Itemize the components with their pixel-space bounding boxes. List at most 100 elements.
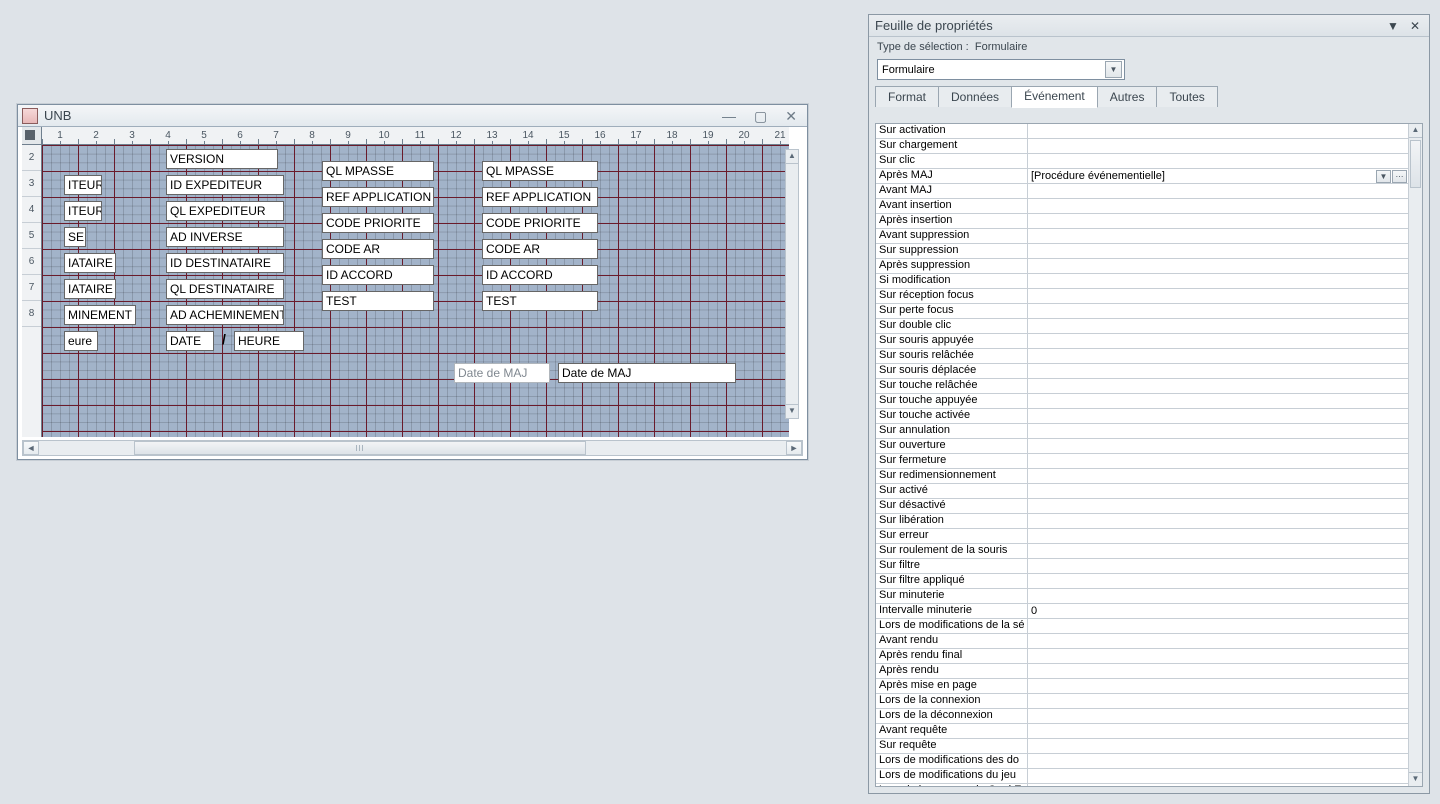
property-row[interactable]: Avant suppression xyxy=(876,229,1408,244)
property-sheet-titlebar[interactable]: Feuille de propriétés ▼ ✕ xyxy=(869,15,1429,37)
form-titlebar[interactable]: UNB — ▢ ✕ xyxy=(18,105,807,127)
field-date-maj[interactable]: Date de MAJ xyxy=(558,363,736,383)
property-value[interactable] xyxy=(1028,574,1408,588)
object-selector-combo[interactable]: Formulaire ▼ xyxy=(877,59,1125,80)
property-value[interactable] xyxy=(1028,364,1408,378)
property-value[interactable] xyxy=(1028,274,1408,288)
property-row[interactable]: Après mise en page xyxy=(876,679,1408,694)
property-row[interactable]: Lors de modifications des do xyxy=(876,754,1408,769)
property-value[interactable] xyxy=(1028,409,1408,423)
close-icon[interactable]: ✕ xyxy=(1407,18,1423,34)
field-textbox[interactable]: CODE PRIORITE xyxy=(482,213,598,233)
tab-autres[interactable]: Autres xyxy=(1097,86,1158,107)
property-row[interactable]: Sur clic xyxy=(876,154,1408,169)
property-row[interactable]: Avant insertion xyxy=(876,199,1408,214)
property-row[interactable]: Après insertion xyxy=(876,214,1408,229)
property-value[interactable] xyxy=(1028,484,1408,498)
field-textbox[interactable]: QL DESTINATAIRE xyxy=(166,279,284,299)
property-row[interactable]: Sur perte focus xyxy=(876,304,1408,319)
property-value[interactable] xyxy=(1028,544,1408,558)
scroll-thumb[interactable] xyxy=(134,441,586,455)
scroll-down-icon[interactable]: ▼ xyxy=(1409,772,1422,786)
tab-données[interactable]: Données xyxy=(938,86,1012,107)
property-value[interactable] xyxy=(1028,259,1408,273)
builder-button[interactable]: ⋯ xyxy=(1392,170,1407,183)
form-scrollbar-vertical[interactable]: ▲ ▼ xyxy=(785,149,799,419)
property-row[interactable]: Après rendu xyxy=(876,664,1408,679)
property-value[interactable] xyxy=(1028,694,1408,708)
scroll-left-icon[interactable]: ◄ xyxy=(23,441,39,455)
property-row[interactable]: Sur activation xyxy=(876,124,1408,139)
field-fragment[interactable]: ITEUR xyxy=(64,175,102,195)
field-fragment[interactable]: eure xyxy=(64,331,98,351)
property-value[interactable] xyxy=(1028,589,1408,603)
field-textbox[interactable]: TEST xyxy=(482,291,598,311)
field-fragment[interactable]: ITEUR xyxy=(64,201,102,221)
maximize-icon[interactable]: ▢ xyxy=(754,109,767,123)
property-value[interactable] xyxy=(1028,664,1408,678)
property-value[interactable] xyxy=(1028,514,1408,528)
property-row[interactable]: Après rendu final xyxy=(876,649,1408,664)
chevron-down-icon[interactable]: ▼ xyxy=(1105,61,1122,78)
property-value[interactable] xyxy=(1028,184,1408,198)
property-value[interactable] xyxy=(1028,289,1408,303)
property-value[interactable]: 0 xyxy=(1028,604,1408,618)
field-label[interactable]: TEST xyxy=(322,291,434,311)
design-grid[interactable]: DATE / HEURE Date de MAJ Date de MAJ ITE… xyxy=(42,145,789,437)
property-row[interactable]: Sur annulation xyxy=(876,424,1408,439)
property-row[interactable]: Lors de modifications de la sé xyxy=(876,619,1408,634)
field-label[interactable]: QL MPASSE xyxy=(322,161,434,181)
property-row[interactable]: Sur réception focus xyxy=(876,289,1408,304)
property-row[interactable]: Sur fermeture xyxy=(876,454,1408,469)
property-row[interactable]: Si modification xyxy=(876,274,1408,289)
field-textbox[interactable]: ID EXPEDITEUR xyxy=(166,175,284,195)
property-value[interactable] xyxy=(1028,229,1408,243)
field-textbox[interactable]: CODE AR xyxy=(482,239,598,259)
property-row[interactable]: Sur touche activée xyxy=(876,409,1408,424)
tab-format[interactable]: Format xyxy=(875,86,939,107)
property-row[interactable]: Sur souris relâchée xyxy=(876,349,1408,364)
field-fragment[interactable]: IATAIRE xyxy=(64,253,116,273)
property-value[interactable] xyxy=(1028,769,1408,783)
property-row[interactable]: Sur touche relâchée xyxy=(876,379,1408,394)
property-value[interactable] xyxy=(1028,124,1408,138)
field-textbox[interactable]: QL MPASSE xyxy=(482,161,598,181)
scroll-down-icon[interactable]: ▼ xyxy=(786,404,798,418)
dropdown-icon[interactable]: ▼ xyxy=(1376,170,1391,183)
property-row[interactable]: Après MAJ[Procédure événementielle]▼⋯ xyxy=(876,169,1408,184)
field-textbox[interactable]: ID ACCORD xyxy=(482,265,598,285)
property-value[interactable] xyxy=(1028,454,1408,468)
property-row[interactable]: Lors de la commande Cmd Ex xyxy=(876,784,1408,786)
property-value[interactable] xyxy=(1028,199,1408,213)
property-value[interactable] xyxy=(1028,424,1408,438)
property-row[interactable]: Sur erreur xyxy=(876,529,1408,544)
scroll-right-icon[interactable]: ► xyxy=(786,441,802,455)
property-value[interactable] xyxy=(1028,724,1408,738)
form-scrollbar-horizontal[interactable]: ◄ ► xyxy=(22,440,803,456)
property-value[interactable] xyxy=(1028,559,1408,573)
field-fragment[interactable]: MINEMENT xyxy=(64,305,136,325)
property-row[interactable]: Sur filtre appliqué xyxy=(876,574,1408,589)
property-row[interactable]: Sur suppression xyxy=(876,244,1408,259)
property-row[interactable]: Sur chargement xyxy=(876,139,1408,154)
property-row[interactable]: Sur roulement de la souris xyxy=(876,544,1408,559)
field-label[interactable]: ID ACCORD xyxy=(322,265,434,285)
property-value[interactable] xyxy=(1028,439,1408,453)
property-value[interactable] xyxy=(1028,649,1408,663)
ruler-corner[interactable] xyxy=(22,127,42,145)
property-value[interactable] xyxy=(1028,619,1408,633)
property-row[interactable]: Sur double clic xyxy=(876,319,1408,334)
property-value[interactable] xyxy=(1028,739,1408,753)
field-label[interactable]: REF APPLICATION xyxy=(322,187,434,207)
property-value[interactable]: [Procédure événementielle]▼⋯ xyxy=(1028,169,1408,183)
property-row[interactable]: Sur ouverture xyxy=(876,439,1408,454)
property-row[interactable]: Après suppression xyxy=(876,259,1408,274)
property-value[interactable] xyxy=(1028,499,1408,513)
ruler-vertical[interactable]: 2345678 xyxy=(22,145,42,437)
property-row[interactable]: Avant requête xyxy=(876,724,1408,739)
property-row[interactable]: Sur souris appuyée xyxy=(876,334,1408,349)
tab-toutes[interactable]: Toutes xyxy=(1156,86,1217,107)
property-value[interactable] xyxy=(1028,349,1408,363)
property-row[interactable]: Sur filtre xyxy=(876,559,1408,574)
property-value[interactable] xyxy=(1028,379,1408,393)
